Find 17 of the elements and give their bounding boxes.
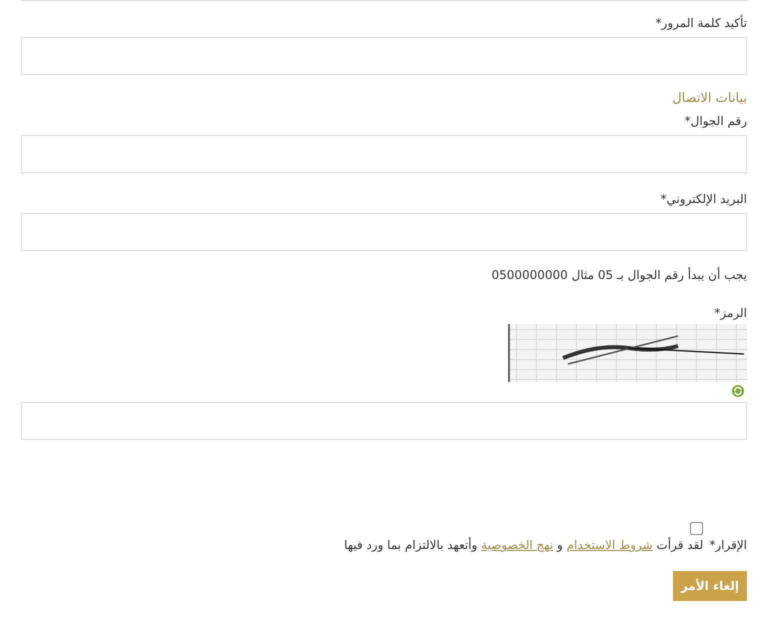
input-field[interactable] [21,135,747,173]
input-field[interactable] [21,402,747,440]
field-label: رقم الجوال* [684,113,747,129]
privacy-link[interactable]: نهج الخصوصية [481,538,554,552]
field-label: البريد الإلكتروني* [659,191,747,207]
checkbox[interactable] [690,522,704,535]
section-heading: بيانات الاتصال [671,91,747,107]
cancel-button[interactable]: إلغاء الأمر [672,571,747,601]
agreement-label: الإقرار* [709,537,747,553]
input-field[interactable] [21,37,747,75]
field-label: الرمز* [713,305,747,321]
agreement-text: لقد قرأت شروط الاستخدام و نهج الخصوصية وأتعهد بالالتزام بما ورد فيها [344,537,704,553]
terms-link[interactable]: شروط الاستخدام [566,538,653,552]
input-field[interactable] [21,213,747,251]
hint-text: يجب أن يبدأ رقم الجوال بـ 05 مثال 0500000000 [490,267,747,283]
field-label: تأكيد كلمة المرور* [654,15,747,31]
refresh-icon[interactable] [731,384,745,398]
